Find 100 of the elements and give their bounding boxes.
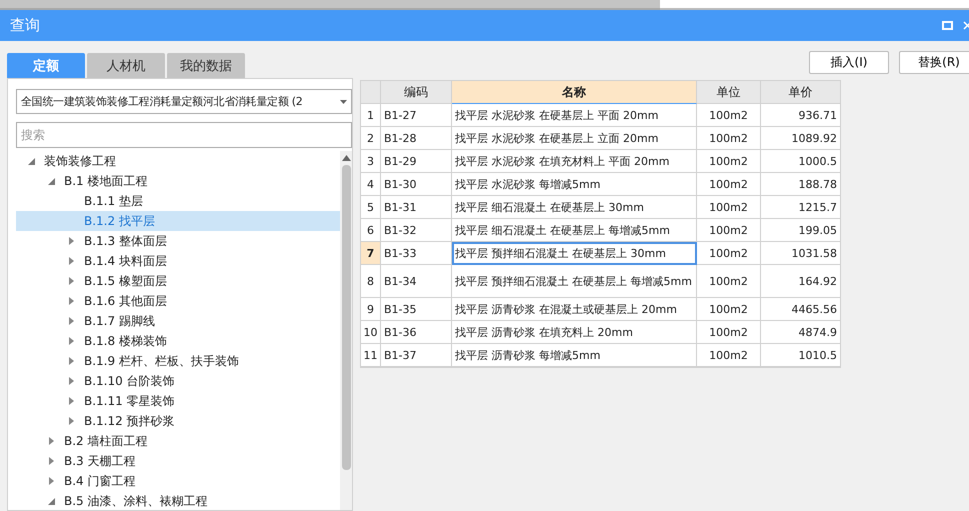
column-header[interactable]: 单位	[697, 81, 761, 104]
collapsed-triangle-icon[interactable]	[68, 317, 74, 325]
table-cell: 100m2	[697, 127, 761, 150]
table-cell: B1-32	[381, 219, 452, 242]
table-cell: 找平层 水泥砂浆 每增减5mm	[452, 173, 697, 196]
expanded-triangle-icon[interactable]	[48, 178, 54, 184]
row-number: 4	[361, 173, 381, 196]
table-cell: 936.71	[761, 104, 841, 127]
expanded-triangle-icon[interactable]	[48, 498, 54, 504]
column-header[interactable]: 名称	[452, 81, 697, 104]
collapsed-triangle-icon[interactable]	[68, 257, 74, 265]
tree-item[interactable]: 装饰装修工程	[16, 151, 340, 171]
scrollbar-thumb[interactable]	[342, 165, 350, 470]
collapsed-triangle-icon[interactable]	[68, 377, 74, 385]
collapsed-triangle-icon[interactable]	[68, 277, 74, 285]
collapsed-triangle-icon[interactable]	[48, 457, 54, 465]
table-cell: 100m2	[697, 150, 761, 173]
tree-item[interactable]: B.1.12 预拌砂浆	[16, 411, 340, 431]
table-cell: 100m2	[697, 321, 761, 344]
row-number: 2	[361, 127, 381, 150]
action-button[interactable]: 替换(R)	[899, 51, 969, 74]
tree-item[interactable]: B.1.2 找平层	[16, 211, 340, 231]
collapsed-triangle-icon[interactable]	[48, 477, 54, 485]
table-cell: 找平层 预拌细石混凝土 在硬基层上 30mm	[452, 242, 697, 265]
table-cell: B1-28	[381, 127, 452, 150]
table-cell: 100m2	[697, 219, 761, 242]
table-cell: 1089.92	[761, 127, 841, 150]
action-button[interactable]: 插入(I)	[809, 51, 889, 74]
table-cell: 找平层 细石混凝土 在硬基层上 30mm	[452, 196, 697, 219]
table-cell: B1-34	[381, 265, 452, 298]
table-cell: 1000.5	[761, 150, 841, 173]
library-dropdown[interactable]: 全国统一建筑装饰装修工程消耗量定额河北省消耗量定额 (2	[16, 89, 352, 114]
table-cell: B1-30	[381, 173, 452, 196]
tree-item[interactable]: B.1.10 台阶装饰	[16, 371, 340, 391]
collapsed-triangle-icon[interactable]	[68, 417, 74, 425]
tree-item[interactable]: B.1.9 栏杆、栏板、扶手装饰	[16, 351, 340, 371]
table-cell: 100m2	[697, 104, 761, 127]
table-cell: 4874.9	[761, 321, 841, 344]
tree-item[interactable]: B.5 油漆、涂料、裱糊工程	[16, 491, 340, 510]
tree-item[interactable]: B.1.4 块料面层	[16, 251, 340, 271]
tree-item[interactable]: B.1.8 楼梯装饰	[16, 331, 340, 351]
tree-item[interactable]: B.1.3 整体面层	[16, 231, 340, 251]
table-cell: B1-36	[381, 321, 452, 344]
tree-item[interactable]: B.1 楼地面工程	[16, 171, 340, 191]
tree-item[interactable]: B.2 墙柱面工程	[16, 431, 340, 451]
table-cell: 找平层 水泥砂浆 在填充材料上 平面 20mm	[452, 150, 697, 173]
tab[interactable]: 人材机	[87, 53, 165, 78]
table-cell: 1031.58	[761, 242, 841, 265]
collapsed-triangle-icon[interactable]	[48, 437, 54, 445]
column-header[interactable]: 单价	[761, 81, 841, 104]
row-number: 11	[361, 344, 381, 367]
table-cell: 找平层 沥青砂浆 在填充料上 20mm	[452, 321, 697, 344]
row-number: 8	[361, 265, 381, 298]
tree-item[interactable]: B.1.1 垫层	[16, 191, 340, 211]
table-cell: B1-35	[381, 298, 452, 321]
column-header[interactable]: 编码	[381, 81, 452, 104]
window-title: 查询	[10, 16, 41, 35]
table-cell: 100m2	[697, 344, 761, 367]
table-cell: 找平层 水泥砂浆 在硬基层上 平面 20mm	[452, 104, 697, 127]
collapsed-triangle-icon[interactable]	[68, 357, 74, 365]
table-cell: 找平层 细石混凝土 在硬基层上 每增减5mm	[452, 219, 697, 242]
expanded-triangle-icon[interactable]	[28, 158, 34, 164]
square-icon	[942, 21, 952, 30]
table-cell: 找平层 沥青砂浆 在混凝土或硬基层上 20mm	[452, 298, 697, 321]
table-cell: 100m2	[697, 298, 761, 321]
tab[interactable]: 我的数据	[167, 53, 245, 78]
table-cell: 1010.5	[761, 344, 841, 367]
table-cell: 找平层 预拌细石混凝土 在硬基层上 每增减5mm	[452, 265, 697, 298]
row-number: 5	[361, 196, 381, 219]
table-cell: B1-29	[381, 150, 452, 173]
row-number: 6	[361, 219, 381, 242]
table-cell: 4465.56	[761, 298, 841, 321]
table-cell: 199.05	[761, 219, 841, 242]
row-number: 1	[361, 104, 381, 127]
table-cell: B1-37	[381, 344, 452, 367]
table-cell: B1-31	[381, 196, 452, 219]
close-icon	[963, 21, 969, 30]
table-cell: 164.92	[761, 265, 841, 298]
table-cell: 100m2	[697, 196, 761, 219]
tree-item[interactable]: B.3 天棚工程	[16, 451, 340, 471]
table-cell: B1-27	[381, 104, 452, 127]
table-cell: 1215.7	[761, 196, 841, 219]
tree-item[interactable]: B.1.6 其他面层	[16, 291, 340, 311]
scrollbar[interactable]	[340, 151, 352, 510]
tree-item[interactable]: B.1.5 橡塑面层	[16, 271, 340, 291]
collapsed-triangle-icon[interactable]	[68, 397, 74, 405]
search-field[interactable]: 搜索	[16, 122, 352, 148]
row-number: 9	[361, 298, 381, 321]
tree-item[interactable]: B.1.7 踢脚线	[16, 311, 340, 331]
table-cell: 100m2	[697, 265, 761, 298]
row-number: 10	[361, 321, 381, 344]
table-cell: B1-33	[381, 242, 452, 265]
caret-icon	[340, 100, 347, 104]
collapsed-triangle-icon[interactable]	[68, 297, 74, 305]
scroll-up-icon[interactable]	[342, 155, 350, 161]
collapsed-triangle-icon[interactable]	[68, 237, 74, 245]
collapsed-triangle-icon[interactable]	[68, 337, 74, 345]
table-cell: 找平层 沥青砂浆 每增减5mm	[452, 344, 697, 367]
tree-item[interactable]: B.1.11 零星装饰	[16, 391, 340, 411]
tree-item[interactable]: B.4 门窗工程	[16, 471, 340, 491]
